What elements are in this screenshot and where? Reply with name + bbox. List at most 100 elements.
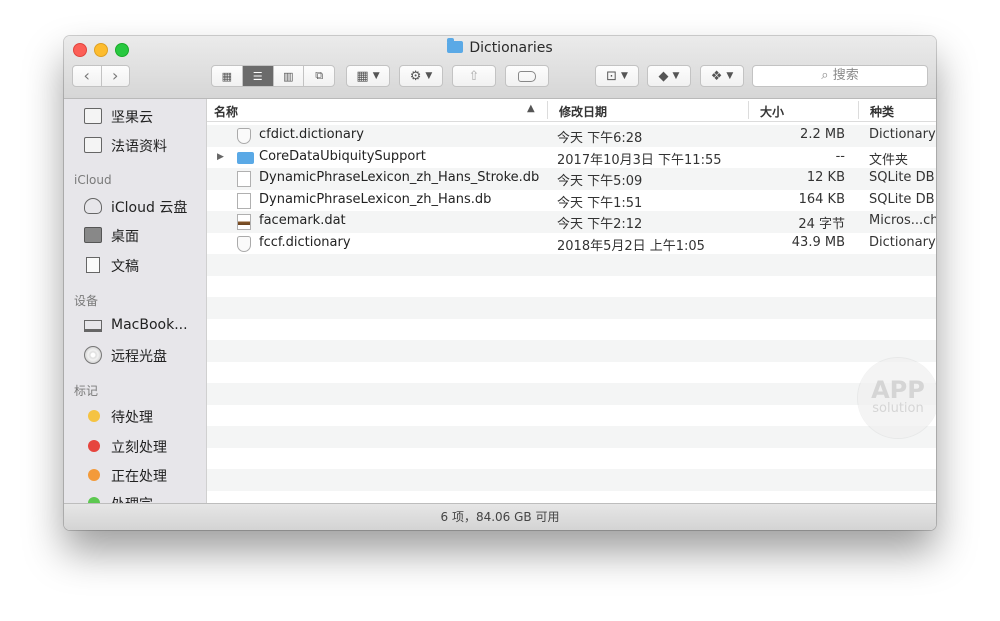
folder-icon [84, 137, 102, 153]
sidebar-item-french-materials[interactable]: 法语资料 [64, 133, 206, 157]
column-divider[interactable] [547, 101, 548, 119]
sidebar-item-tag-pending[interactable]: 待处理 [64, 404, 206, 428]
sidebar-item-label: iCloud 云盘 [111, 200, 188, 216]
tag-color-dot [88, 440, 100, 452]
tag-color-dot [88, 469, 100, 481]
watermark-line1: APP [871, 376, 925, 404]
chevron-down-icon: ▼ [372, 71, 380, 81]
sidebar-item-tag-in-progress[interactable]: 正在处理 [64, 463, 206, 487]
watermark-line2: solution [872, 401, 924, 416]
file-name: facemark.dat [259, 213, 346, 228]
sidebar-header-icloud: iCloud [74, 173, 112, 187]
column-header-date[interactable]: 修改日期 [559, 103, 607, 120]
file-date: 今天 下午1:51 [557, 195, 643, 211]
file-date: 今天 下午2:12 [557, 217, 643, 232]
empty-row [207, 469, 936, 491]
file-kind: 文件夹 [869, 152, 909, 168]
gear-icon: ⚙ [409, 68, 422, 84]
search-input[interactable]: ⌕ 搜索 [752, 65, 928, 87]
file-size: 2.2 MB [800, 127, 845, 142]
sidebar-item-label: 正在处理 [111, 469, 167, 485]
file-kind: SQLite DB [869, 170, 935, 185]
file-list: 名称 ▲ 修改日期 大小 种类 cfdict.dictionary 今天 下午6… [207, 99, 936, 503]
window-title-text: Dictionaries [469, 40, 553, 56]
file-row[interactable]: DynamicPhraseLexicon_zh_Hans.db 今天 下午1:5… [207, 190, 936, 212]
file-icon [237, 192, 251, 209]
sidebar-item-tag-urgent[interactable]: 立刻处理 [64, 434, 206, 458]
archive-extension-button[interactable]: ⊡ ▼ [595, 65, 639, 87]
status-bar: 6 项，84.06 GB 可用 [64, 503, 936, 530]
icon-view-button[interactable]: ▦ [212, 66, 243, 86]
arrange-button[interactable]: ▦ ▼ [346, 65, 390, 87]
sidebar-item-documents[interactable]: 文稿 [64, 253, 206, 277]
back-button[interactable]: ‹ [73, 66, 101, 86]
file-date: 2018年5月2日 上午1:05 [557, 238, 705, 254]
empty-row [207, 426, 936, 448]
sidebar-item-label: 坚果云 [111, 110, 153, 126]
sidebar-item-desktop[interactable]: 桌面 [64, 223, 206, 247]
file-icon [237, 171, 251, 187]
tag-button[interactable] [505, 65, 549, 87]
tag-color-dot [88, 410, 100, 422]
column-header-name[interactable]: 名称 [214, 103, 238, 120]
file-name: CoreDataUbiquitySupport [259, 148, 426, 164]
sidebar-header-devices: 设备 [74, 294, 99, 308]
file-date: 今天 下午6:28 [557, 131, 643, 146]
empty-row [207, 448, 936, 470]
chevron-down-icon: ▼ [726, 71, 734, 81]
navigation-buttons: ‹ › [72, 65, 130, 87]
file-size: 12 KB [806, 170, 845, 185]
forward-button[interactable]: › [102, 66, 130, 86]
dat-file-icon [237, 214, 251, 230]
column-divider[interactable] [748, 101, 749, 119]
file-row[interactable]: cfdict.dictionary 今天 下午6:28 2.2 MB Dicti… [207, 125, 936, 147]
laptop-icon [84, 320, 102, 332]
file-row[interactable]: facemark.dat 今天 下午2:12 24 字节 Micros...ch [207, 211, 936, 233]
list-view-button[interactable]: ☰ [242, 66, 274, 86]
disc-icon [84, 346, 102, 364]
sidebar-item-label: 法语资料 [111, 139, 167, 155]
search-icon: ⌕ [821, 68, 829, 83]
file-kind: Micros...ch [869, 213, 936, 228]
file-size: 164 KB [798, 191, 845, 207]
desktop-icon [84, 227, 102, 243]
empty-row [207, 362, 936, 384]
sidebar-item-label: 立刻处理 [111, 440, 167, 456]
column-divider[interactable] [858, 101, 859, 119]
sidebar-item-tag-done[interactable]: 处理完 [64, 491, 206, 503]
sidebar-item-label: 文稿 [111, 259, 139, 275]
share-button[interactable]: ⇧ [452, 65, 496, 87]
file-row[interactable]: DynamicPhraseLexicon_zh_Hans_Stroke.db 今… [207, 168, 936, 190]
column-view-button[interactable]: ▥ [274, 66, 305, 86]
column-header-size[interactable]: 大小 [760, 103, 784, 120]
sidebar-item-jianguoyun[interactable]: 坚果云 [64, 104, 206, 128]
sidebar: 坚果云 法语资料 iCloud iCloud 云盘 桌面 文稿 设备 MacBo… [64, 99, 207, 503]
sidebar-item-label: MacBook... [111, 317, 188, 333]
file-row[interactable]: ▶ CoreDataUbiquitySupport 2017年10月3日 下午1… [207, 147, 936, 169]
document-icon [86, 257, 100, 273]
disclosure-triangle-icon[interactable]: ▶ [217, 152, 224, 162]
file-row[interactable]: fccf.dictionary 2018年5月2日 上午1:05 43.9 MB… [207, 233, 936, 255]
file-kind: Dictionary [869, 234, 936, 250]
action-button[interactable]: ⚙ ▼ [399, 65, 443, 87]
sidebar-item-label: 待处理 [111, 410, 153, 426]
column-header-row: 名称 ▲ 修改日期 大小 种类 [207, 99, 936, 122]
leaf-extension-button[interactable]: ◆ ▼ [647, 65, 691, 87]
app-solution-watermark: APP solution [858, 358, 936, 438]
archive-icon: ⊡ [606, 68, 617, 84]
window-title: Dictionaries [64, 38, 936, 56]
dropbox-button[interactable]: ❖ ▼ [700, 65, 744, 87]
file-date: 2017年10月3日 下午11:55 [557, 152, 722, 168]
finder-window: Dictionaries ‹ › ▦ ☰ ▥ ⧉ ▦ ▼ ⚙ ▼ ⇧ ⊡ ▼ ◆ ▼ ❖… [64, 36, 936, 530]
file-kind: Dictionary [869, 127, 936, 142]
sidebar-item-macbook[interactable]: MacBook... [64, 314, 206, 338]
sidebar-item-label: 桌面 [111, 229, 139, 245]
folder-icon [237, 151, 254, 164]
sidebar-item-remote-disc[interactable]: 远程光盘 [64, 343, 206, 367]
share-icon: ⇧ [468, 68, 480, 84]
gallery-view-button[interactable]: ⧉ [304, 66, 334, 86]
file-name: fccf.dictionary [259, 234, 351, 250]
column-header-kind[interactable]: 种类 [870, 103, 894, 120]
file-name: cfdict.dictionary [259, 127, 364, 142]
sidebar-item-icloud-drive[interactable]: iCloud 云盘 [64, 194, 206, 218]
